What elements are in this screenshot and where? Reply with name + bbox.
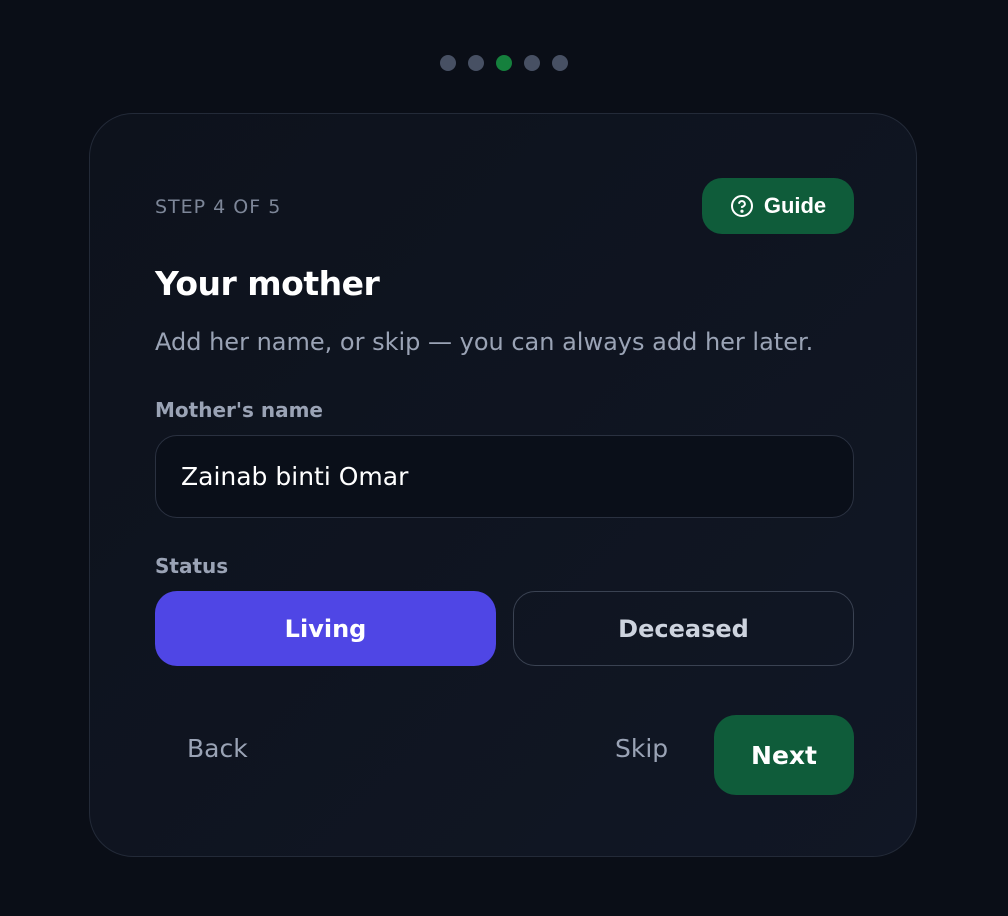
- page-title: Your mother: [155, 264, 380, 303]
- guide-button-label: Guide: [763, 193, 827, 218]
- back-button[interactable]: Back: [187, 734, 248, 763]
- onboarding-card: STEP 4 OF 5 Guide Your mother Add her na…: [89, 113, 917, 857]
- status-deceased-button[interactable]: Deceased: [513, 591, 854, 666]
- progress-dot-2: [468, 55, 484, 71]
- progress-dot-1: [440, 55, 456, 71]
- progress-dot-4: [524, 55, 540, 71]
- mothers-name-label: Mother's name: [155, 398, 323, 422]
- progress-dots: [440, 55, 568, 71]
- next-button[interactable]: Next: [714, 715, 854, 795]
- help-circle-icon: [730, 194, 754, 218]
- skip-button[interactable]: Skip: [615, 734, 668, 763]
- page-subtitle: Add her name, or skip — you can always a…: [155, 328, 814, 356]
- mothers-name-input[interactable]: [155, 435, 854, 518]
- status-living-button[interactable]: Living: [155, 591, 496, 666]
- step-indicator: STEP 4 OF 5: [155, 196, 282, 218]
- guide-button[interactable]: Guide: [702, 178, 854, 234]
- progress-dot-5: [552, 55, 568, 71]
- status-label: Status: [155, 554, 229, 578]
- progress-dot-3-active: [496, 55, 512, 71]
